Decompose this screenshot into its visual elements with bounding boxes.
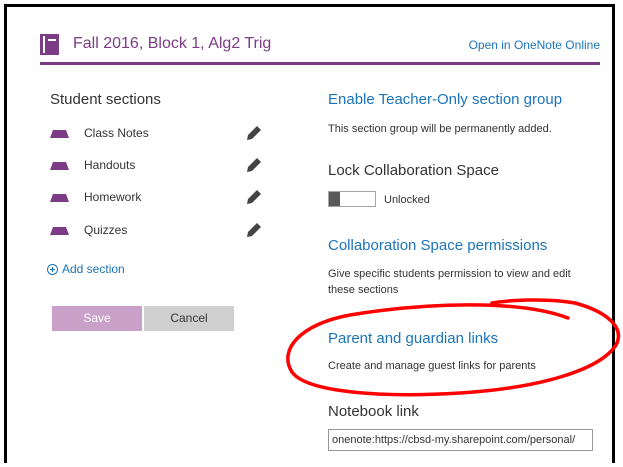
parent-guardian-links-link[interactable]: Parent and guardian links	[328, 330, 498, 347]
open-in-onenote-online-link[interactable]: Open in OneNote Online	[469, 38, 600, 52]
cancel-button[interactable]: Cancel	[144, 306, 234, 331]
notebook-link-field[interactable]	[328, 429, 593, 451]
toggle-state-label: Unlocked	[384, 194, 430, 206]
add-section-button[interactable]: Add section	[47, 260, 125, 278]
lock-collaboration-toggle[interactable]	[328, 191, 376, 207]
collaboration-permissions-link[interactable]: Collaboration Space permissions	[328, 237, 547, 254]
add-section-label: Add section	[62, 262, 125, 276]
pencil-icon[interactable]	[246, 189, 262, 205]
section-icon	[50, 194, 69, 202]
section-item-quizzes[interactable]: Quizzes	[50, 222, 265, 242]
lock-collaboration-heading: Lock Collaboration Space	[328, 162, 499, 179]
toggle-knob	[329, 192, 340, 206]
section-item-handouts[interactable]: Handouts	[50, 157, 265, 177]
notebook-title: Fall 2016, Block 1, Alg2 Trig	[73, 35, 272, 52]
notebook-icon	[40, 34, 59, 55]
section-icon	[50, 162, 69, 170]
section-icon	[50, 227, 69, 235]
section-label: Homework	[84, 190, 142, 204]
section-label: Handouts	[84, 158, 136, 172]
save-button[interactable]: Save	[52, 306, 142, 331]
notebook-link-heading: Notebook link	[328, 403, 419, 420]
pencil-icon[interactable]	[246, 157, 262, 173]
section-label: Quizzes	[84, 223, 128, 237]
notebook-header: Fall 2016, Block 1, Alg2 Trig Open in On…	[40, 34, 600, 56]
section-label: Class Notes	[84, 126, 149, 140]
teacher-only-description: This section group will be permanently a…	[328, 123, 552, 135]
section-item-class-notes[interactable]: Class Notes	[50, 125, 265, 145]
parent-guardian-links-description: Create and manage guest links for parent…	[328, 360, 536, 372]
header-divider	[40, 62, 600, 65]
pencil-icon[interactable]	[246, 125, 262, 141]
enable-teacher-only-link[interactable]: Enable Teacher-Only section group	[328, 91, 562, 108]
pencil-icon[interactable]	[246, 222, 262, 238]
section-item-homework[interactable]: Homework	[50, 189, 265, 209]
student-sections-heading: Student sections	[50, 91, 161, 108]
plus-circle-icon	[47, 264, 58, 275]
section-icon	[50, 130, 69, 138]
collaboration-permissions-description: Give specific students permission to vie…	[328, 268, 571, 296]
